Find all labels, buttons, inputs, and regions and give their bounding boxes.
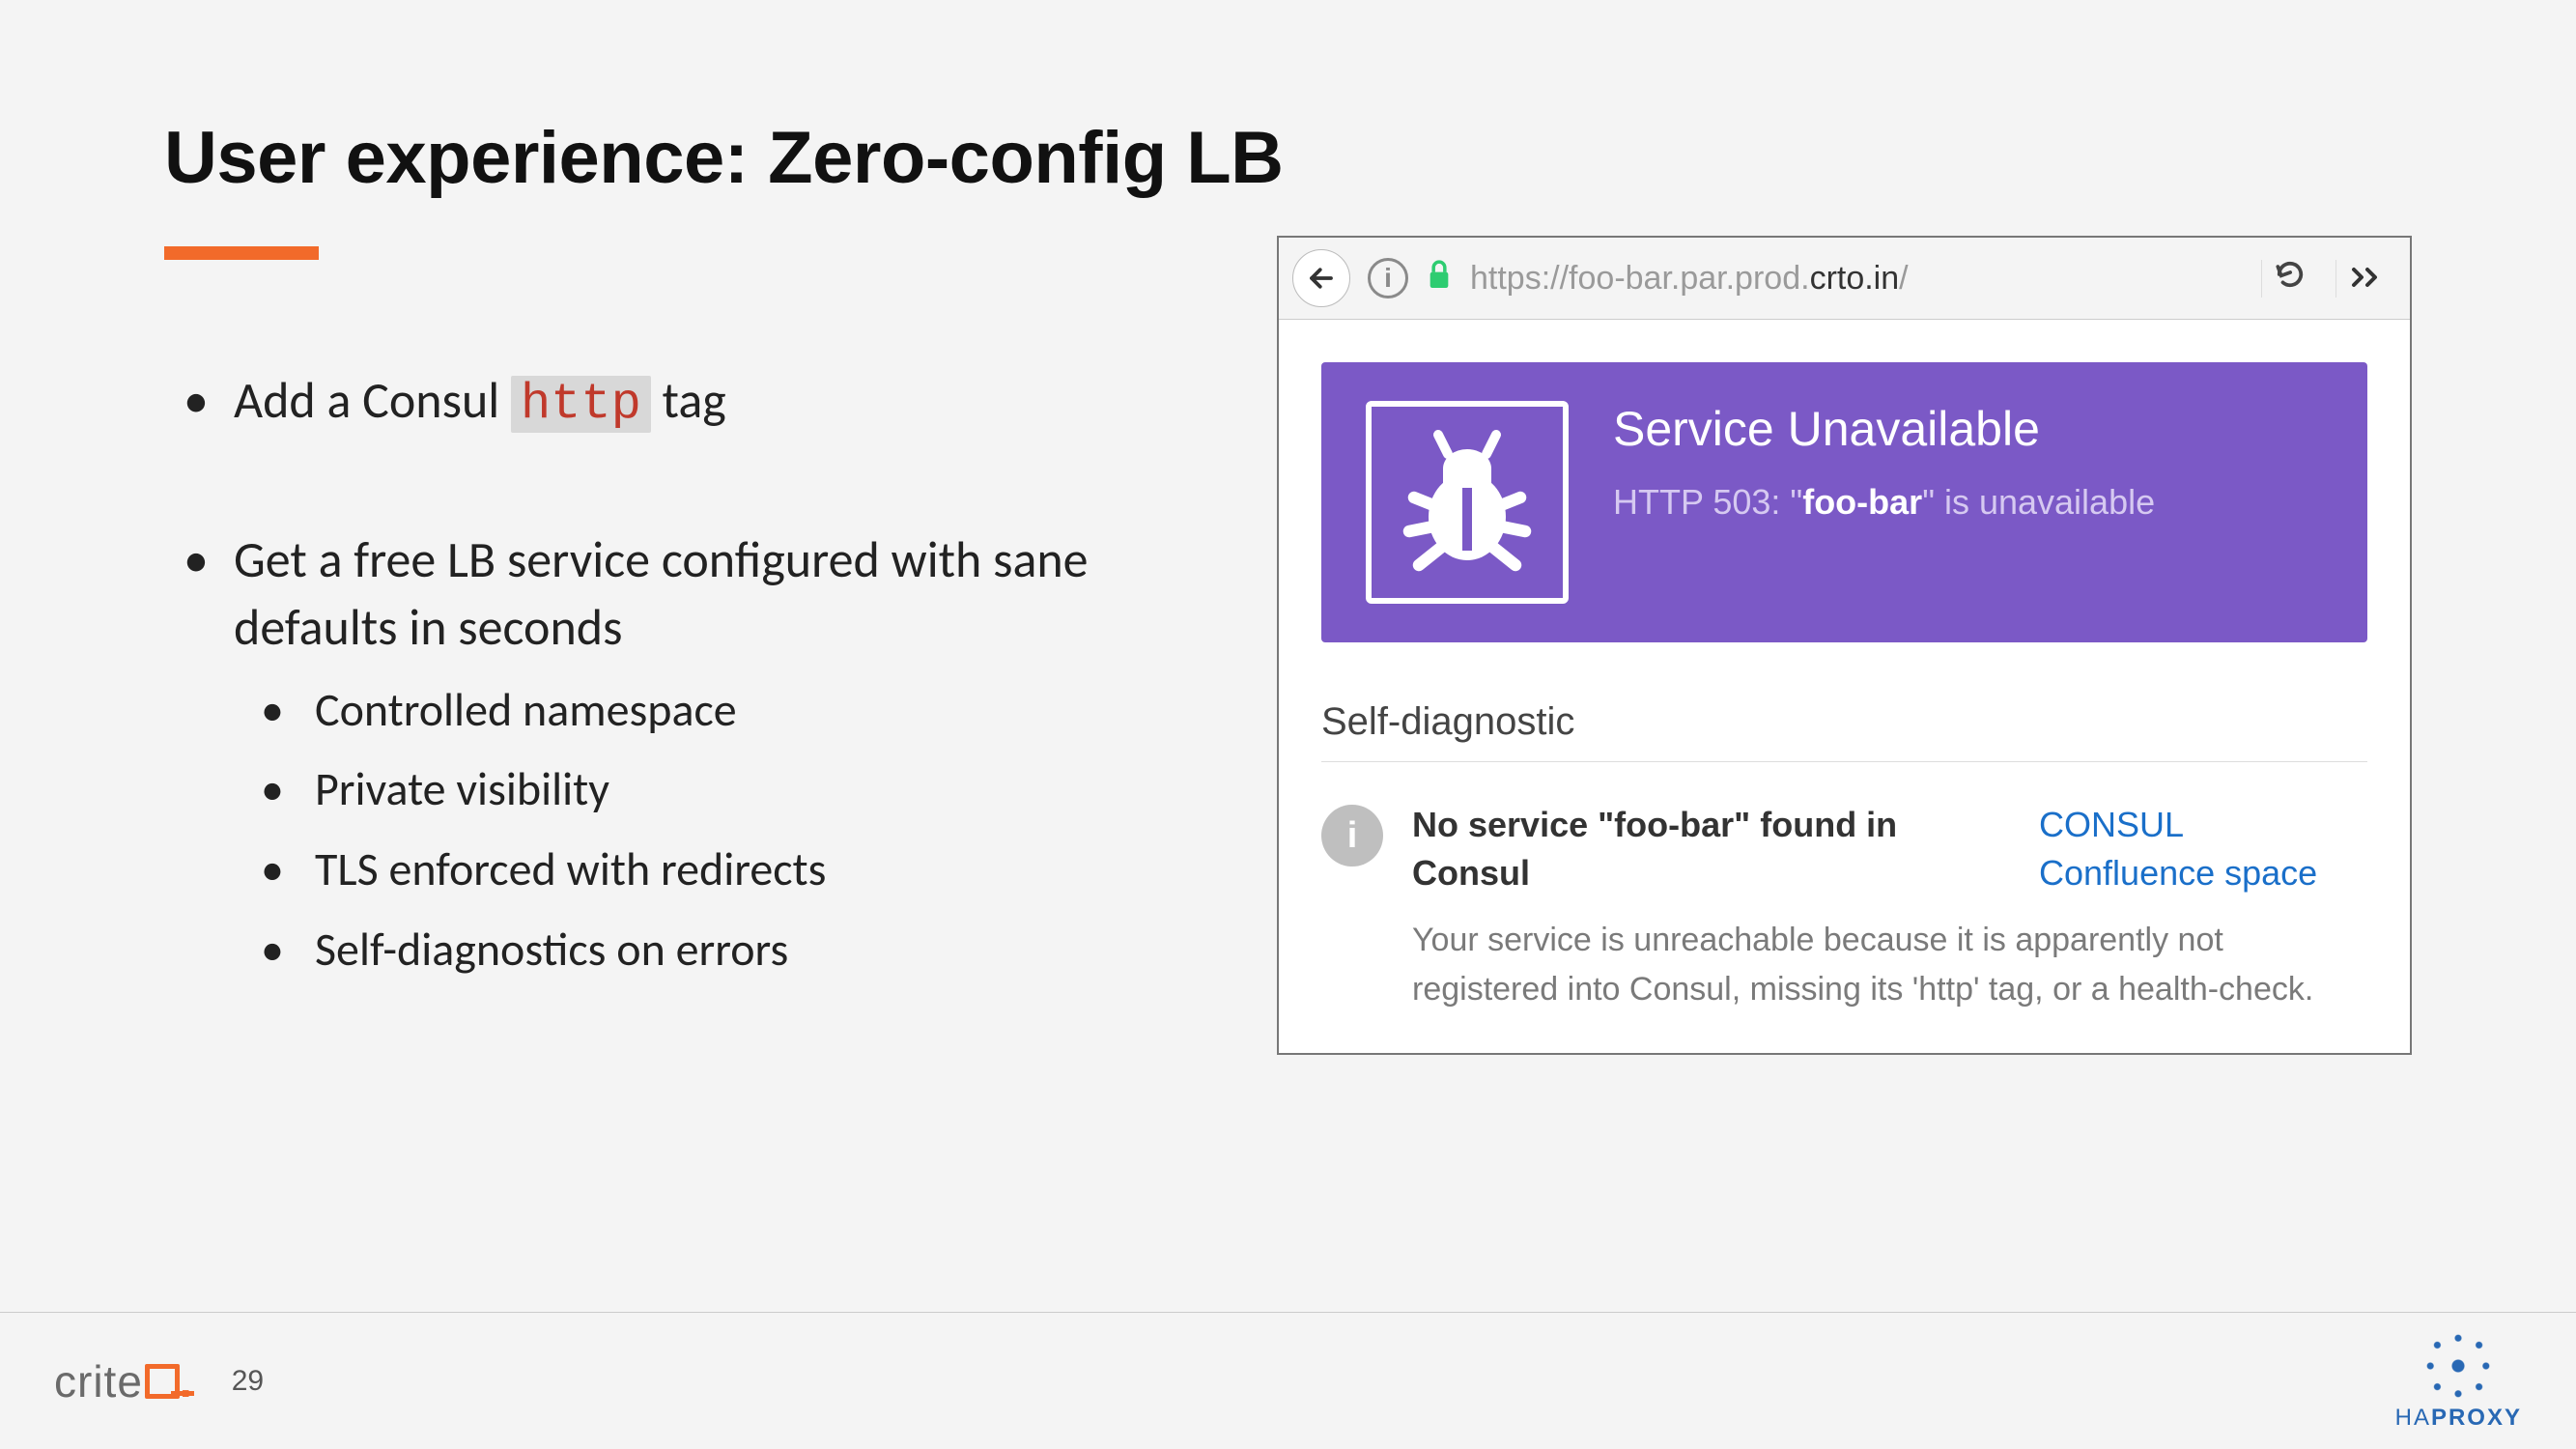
error-banner: Service Unavailable HTTP 503: "foo-bar" …: [1321, 362, 2367, 642]
slide-title: User experience: Zero-config LB: [164, 116, 2412, 200]
criteo-o-icon: [145, 1364, 180, 1399]
diag-section-title: Self-diagnostic: [1321, 700, 2367, 762]
haproxy-logo: HAPROXY: [2395, 1331, 2522, 1432]
diag-headline: No service "foo-bar" found in Consul: [1412, 801, 2010, 898]
overflow-button[interactable]: [2335, 260, 2396, 298]
chevrons-right-icon: [2350, 266, 2383, 289]
slide: User experience: Zero-config LB Add a Co…: [0, 0, 2576, 1449]
banner-sub-bold: foo-bar: [1802, 482, 1922, 522]
haproxy-ha: HA: [2395, 1405, 2431, 1431]
bullet-item: Add a Consul http tag: [164, 366, 1219, 439]
diag-body: i No service "foo-bar" found in Consul C…: [1321, 801, 2367, 1014]
footer-left: crite. 29: [54, 1355, 264, 1407]
banner-text: Service Unavailable HTTP 503: "foo-bar" …: [1613, 401, 2155, 528]
banner-sub-part: HTTP 503: ": [1613, 482, 1802, 522]
diag-row: No service "foo-bar" found in Consul CON…: [1412, 801, 2367, 898]
lock-icon: [1426, 258, 1453, 299]
footer: crite. 29 HAPROXY: [0, 1312, 2576, 1449]
back-button[interactable]: [1292, 249, 1350, 307]
diag-main: No service "foo-bar" found in Consul CON…: [1412, 801, 2367, 1014]
diag-link[interactable]: CONSUL Confluence space: [2039, 801, 2367, 898]
code-tag: http: [511, 376, 651, 433]
columns: Add a Consul http tag Get a free LB serv…: [164, 366, 2412, 1185]
sub-list: Controlled namespace Private visibility …: [234, 679, 1219, 981]
banner-sub-part: " is unavailable: [1922, 482, 2155, 522]
diag-description: Your service is unreachable because it i…: [1412, 916, 2367, 1014]
bullet-item: Get a free LB service configured with sa…: [164, 526, 1219, 981]
bullet-text: tag: [651, 369, 726, 431]
info-icon: i: [1321, 805, 1383, 867]
banner-title: Service Unavailable: [1613, 401, 2155, 457]
haproxy-mark-icon: [2423, 1331, 2493, 1401]
bug-icon: [1366, 401, 1569, 604]
sub-item: Self-diagnostics on errors: [234, 919, 1219, 981]
left-column: Add a Consul http tag Get a free LB serv…: [164, 366, 1219, 1185]
address-bar: i https://foo-bar.par.prod.crto.in/: [1279, 238, 2410, 320]
url-display[interactable]: https://foo-bar.par.prod.crto.in/: [1470, 260, 2244, 298]
criteo-dot: .: [180, 1356, 193, 1406]
browser-window: i https://foo-bar.par.prod.crto.in/: [1277, 236, 2412, 1055]
page-number: 29: [232, 1365, 264, 1398]
reload-icon: [2276, 260, 2305, 289]
bullet-text: Add a Consul: [234, 369, 511, 431]
url-host: crto.in: [1810, 260, 1900, 297]
url-part: /: [1899, 260, 1908, 297]
criteo-logo: crite.: [54, 1355, 193, 1407]
bullet-list: Add a Consul http tag Get a free LB serv…: [164, 366, 1219, 981]
url-part: https://foo-bar.par.prod.: [1470, 260, 1810, 297]
accent-rule: [164, 246, 319, 260]
arrow-left-icon: [1307, 264, 1336, 293]
sub-item: Controlled namespace: [234, 679, 1219, 742]
sub-item: Private visibility: [234, 758, 1219, 821]
reload-button[interactable]: [2261, 260, 2318, 298]
page-body: Service Unavailable HTTP 503: "foo-bar" …: [1279, 320, 2410, 1053]
sub-item: TLS enforced with redirects: [234, 838, 1219, 901]
site-info-icon[interactable]: i: [1368, 258, 1408, 298]
banner-subtitle: HTTP 503: "foo-bar" is unavailable: [1613, 476, 2155, 528]
right-column: i https://foo-bar.par.prod.crto.in/: [1277, 366, 2412, 1185]
haproxy-text: HAPROXY: [2395, 1405, 2522, 1432]
criteo-text: crite: [54, 1356, 143, 1406]
haproxy-proxy: PROXY: [2431, 1405, 2522, 1431]
bullet-text: Get a free LB service configured with sa…: [234, 528, 1089, 658]
